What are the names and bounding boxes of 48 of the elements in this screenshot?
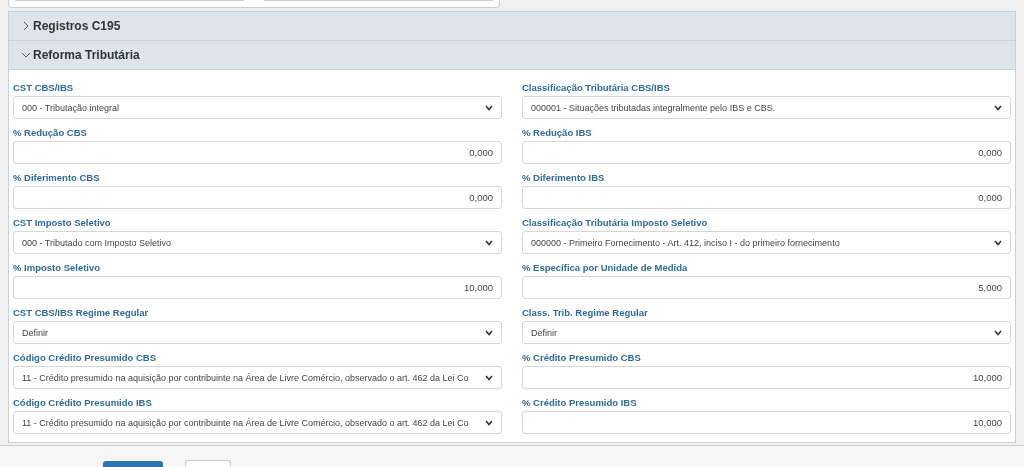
select-field[interactable]: 11 - Crédito presumido na aquisição por contribuinte na Área de Livre Comércio, observado o art. 462 da Lei Co — [13, 411, 502, 434]
input-field[interactable]: 10,000 — [522, 366, 1011, 389]
input-field[interactable]: 0,000 — [13, 186, 502, 209]
input-field[interactable]: 0,000 — [522, 186, 1011, 209]
primary-button[interactable] — [103, 461, 163, 467]
input-field[interactable]: 10,000 — [522, 411, 1011, 434]
input-field[interactable]: 5,000 — [522, 276, 1011, 299]
select-field[interactable]: Definir — [13, 321, 502, 344]
select-field[interactable]: 000000 - Primeiro Fornecimento - Art. 412, inciso I - do primeiro fornecimento — [522, 231, 1011, 254]
input-field[interactable]: 0,000 — [13, 141, 502, 164]
field-label: Código Crédito Presumido IBS — [13, 397, 153, 408]
field-label: CST CBS/IBS — [13, 82, 75, 93]
field-label: Class. Trib. Regime Regular — [522, 307, 649, 318]
section-title: Reforma Tributária — [33, 48, 140, 62]
caret-icon — [485, 374, 493, 381]
caret-icon — [994, 329, 1002, 336]
caret-icon — [485, 239, 493, 246]
field-label: CST Imposto Seletivo — [13, 217, 112, 228]
field-label: % Específica por Unidade de Medida — [522, 262, 689, 273]
field-label: % Imposto Seletivo — [13, 262, 102, 273]
caret-icon — [485, 104, 493, 111]
caret-icon — [485, 419, 493, 426]
input-field[interactable]: 10,000 — [13, 276, 502, 299]
field-label: CST CBS/IBS Regime Regular — [13, 307, 150, 318]
select-field[interactable]: 000001 - Situações tributadas integralmente pelo IBS e CBS. — [522, 96, 1011, 119]
accordion-header[interactable]: Reforma Tributária — [9, 41, 1015, 70]
caret-icon — [994, 239, 1002, 246]
secondary-button[interactable] — [185, 460, 231, 467]
select-field[interactable]: 11 - Crédito presumido na aquisição por contribuinte na Área de Livre Comércio, observado o art. 462 da Lei Co — [13, 366, 502, 389]
field-label: % Redução CBS — [13, 127, 88, 138]
caret-icon — [485, 329, 493, 336]
field-label: % Redução IBS — [522, 127, 593, 138]
select-field[interactable]: 000 - Tributado com Imposto Seletivo — [13, 231, 502, 254]
section-title: Registros C195 — [33, 19, 121, 33]
field-label: % Crédito Presumido IBS — [522, 397, 638, 408]
field-label: Código Crédito Presumido CBS — [13, 352, 158, 363]
field-label: % Diferimento IBS — [522, 172, 606, 183]
select-field[interactable]: Definir — [522, 321, 1011, 344]
select-field[interactable]: 000 - Tributação integral — [13, 96, 502, 119]
input-field[interactable]: 0,000 — [522, 141, 1011, 164]
accordion-header[interactable]: Registros C195 — [9, 12, 1015, 41]
chevron-icon — [21, 21, 31, 31]
field-label: % Diferimento CBS — [13, 172, 101, 183]
chevron-icon — [21, 50, 31, 60]
field-label: Classificação Tributária CBS/IBS — [522, 82, 671, 93]
field-label: Classificação Tributária Imposto Seletivo — [522, 217, 709, 228]
caret-icon — [994, 104, 1002, 111]
field-label: % Crédito Presumido CBS — [522, 352, 642, 363]
